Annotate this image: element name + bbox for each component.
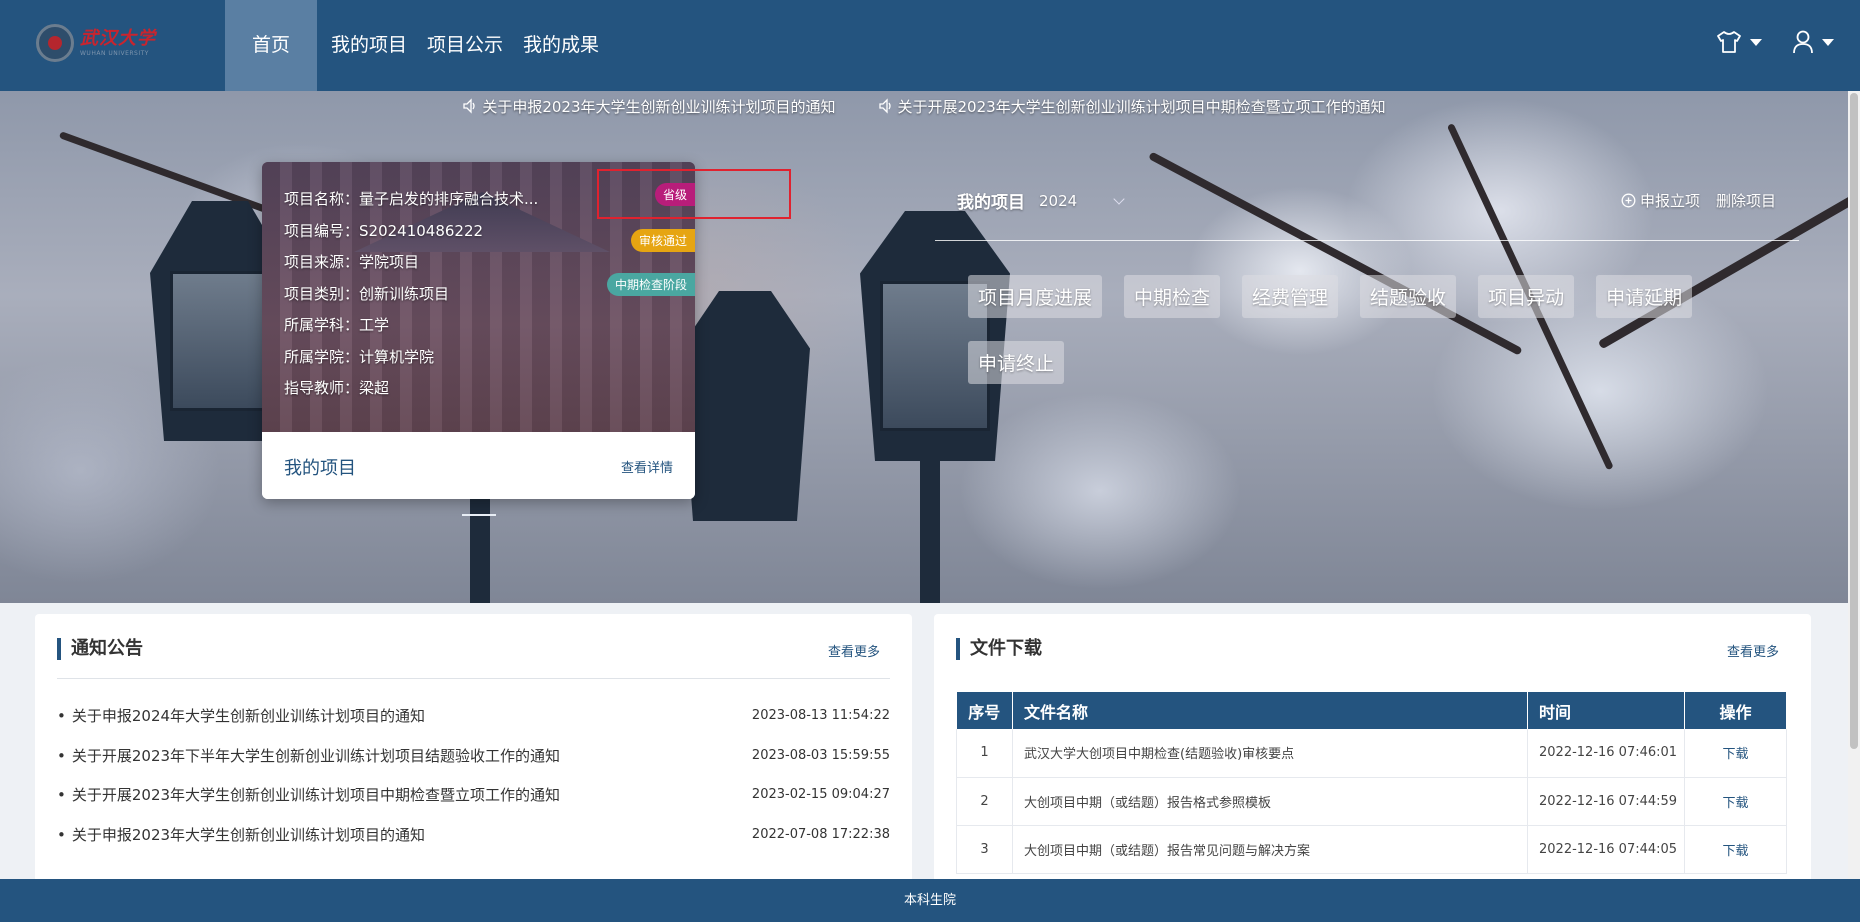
nav-project-public[interactable]: 项目公示 bbox=[417, 0, 513, 91]
divider bbox=[935, 240, 1799, 241]
speaker-icon bbox=[878, 98, 891, 114]
notice-item[interactable]: • 关于开展2023年大学生创新创业训练计划项目中期检查暨立项工作的通知 2023… bbox=[57, 775, 890, 815]
column-header: 操作 bbox=[1684, 692, 1787, 729]
speaker-icon bbox=[463, 98, 475, 114]
status-badge: 审核通过 bbox=[630, 229, 695, 252]
chevron-down-icon bbox=[1822, 38, 1834, 46]
file-download-panel: 文件下载 查看更多 序号 文件名称 时间 操作 1 武汉大学大创项目中期检查(结… bbox=[934, 614, 1811, 882]
notice-date: 2022-07-08 17:22:38 bbox=[751, 826, 890, 842]
notice-more-link[interactable]: 查看更多 bbox=[828, 641, 880, 660]
project-advisor: 指导教师：梁超 bbox=[284, 379, 390, 397]
emblem-icon bbox=[36, 24, 74, 62]
my-project-title: 我的项目 bbox=[957, 193, 1025, 213]
monthly-progress-button[interactable]: 项目月度进展 bbox=[968, 275, 1103, 318]
file-time: 2022-12-16 07:46:01 bbox=[1527, 729, 1685, 778]
project-action-buttons: 项目月度进展 中期检查 经费管理 结题验收 项目异动 申请延期 申请终止 bbox=[968, 275, 1708, 384]
highlight-box bbox=[597, 169, 791, 219]
files-more-link[interactable]: 查看更多 bbox=[1727, 641, 1779, 660]
lamp-decoration bbox=[680, 291, 810, 521]
table-row: 3 大创项目中期（或结题）报告常见问题与解决方案 2022-12-16 07:4… bbox=[956, 825, 1787, 874]
apply-termination-button[interactable]: 申请终止 bbox=[968, 341, 1065, 384]
chevron-down-icon bbox=[1750, 38, 1762, 46]
apply-project-button[interactable]: 申报立项 bbox=[1621, 190, 1700, 211]
midterm-check-button[interactable]: 中期检查 bbox=[1124, 275, 1221, 318]
header-tools bbox=[1716, 30, 1834, 54]
logo-subtext: WUHAN UNIVERSITY bbox=[80, 49, 149, 57]
stage-badge: 中期检查阶段 bbox=[606, 273, 695, 296]
main-nav: 首页 我的项目 项目公示 我的成果 bbox=[225, 0, 609, 91]
notice-date: 2023-08-03 15:59:55 bbox=[751, 747, 890, 763]
project-card-title: 我的项目 bbox=[284, 458, 356, 479]
my-project-actions: 申报立项 删除项目 bbox=[1621, 190, 1776, 211]
page-scrollbar[interactable] bbox=[1848, 91, 1860, 879]
notice-item[interactable]: • 关于开展2023年下半年大学生创新创业训练计划项目结题验收工作的通知 2023… bbox=[57, 736, 890, 776]
notice-ticker: 关于申报2023年大学生创新创业训练计划项目的通知 关于开展2023年大学生创新… bbox=[0, 91, 1848, 121]
project-college: 所属学院：计算机学院 bbox=[284, 347, 435, 366]
notice-title: 通知公告 bbox=[57, 638, 143, 660]
files-title: 文件下载 bbox=[956, 638, 1042, 660]
table-row: 2 大创项目中期（或结题）报告格式参照模板 2022-12-16 07:44:5… bbox=[956, 777, 1787, 826]
nav-my-projects[interactable]: 我的项目 bbox=[321, 0, 417, 91]
carousel-indicator[interactable] bbox=[462, 514, 496, 516]
file-name: 武汉大学大创项目中期检查(结题验收)审核要点 bbox=[1012, 729, 1528, 778]
notice-date: 2023-02-15 09:04:27 bbox=[751, 787, 890, 803]
table-header-row: 序号 文件名称 时间 操作 bbox=[956, 692, 1787, 729]
column-header: 时间 bbox=[1527, 692, 1685, 729]
project-discipline: 所属学科：工学 bbox=[284, 316, 390, 334]
file-name: 大创项目中期（或结题）报告常见问题与解决方案 bbox=[1012, 825, 1528, 874]
final-acceptance-button[interactable]: 结题验收 bbox=[1360, 275, 1457, 318]
project-change-button[interactable]: 项目异动 bbox=[1478, 275, 1575, 318]
chevron-down-icon bbox=[1113, 192, 1125, 205]
project-category: 项目类别：创新训练项目 bbox=[284, 284, 450, 303]
file-name: 大创项目中期（或结题）报告格式参照模板 bbox=[1012, 777, 1528, 826]
theme-dropdown[interactable] bbox=[1716, 30, 1762, 54]
view-details-link[interactable]: 查看详情 bbox=[621, 457, 673, 476]
page-footer: 本科生院 bbox=[0, 879, 1860, 922]
notice-list: • 关于申报2024年大学生创新创业训练计划项目的通知 2023-08-13 11… bbox=[57, 696, 890, 854]
download-link[interactable]: 下载 bbox=[1684, 825, 1787, 874]
divider bbox=[57, 678, 890, 679]
user-icon bbox=[1793, 30, 1813, 54]
ticker-item[interactable]: 关于开展2023年大学生创新创业训练计划项目中期检查暨立项工作的通知 bbox=[878, 96, 1386, 117]
notice-date: 2023-08-13 11:54:22 bbox=[751, 708, 890, 724]
delete-project-button[interactable]: 删除项目 bbox=[1716, 190, 1776, 211]
tshirt-icon bbox=[1717, 31, 1741, 53]
table-row: 1 武汉大学大创项目中期检查(结题验收)审核要点 2022-12-16 07:4… bbox=[956, 729, 1787, 778]
nav-home[interactable]: 首页 bbox=[225, 0, 318, 91]
plus-circle-icon bbox=[1621, 193, 1636, 208]
notice-panel: 通知公告 查看更多 • 关于申报2024年大学生创新创业训练计划项目的通知 202… bbox=[35, 614, 912, 882]
column-header: 文件名称 bbox=[1012, 692, 1528, 729]
download-link[interactable]: 下载 bbox=[1684, 729, 1787, 778]
my-project-header: 我的项目 2024 bbox=[957, 188, 1125, 213]
ticker-item[interactable]: 关于申报2023年大学生创新创业训练计划项目的通知 bbox=[462, 96, 836, 117]
top-header: 武汉大学 WUHAN UNIVERSITY 首页 我的项目 项目公示 我的成果 bbox=[0, 0, 1860, 91]
project-card-footer: 我的项目 查看详情 bbox=[262, 432, 695, 499]
nav-my-results[interactable]: 我的成果 bbox=[513, 0, 609, 91]
project-source: 项目来源：学院项目 bbox=[284, 253, 420, 271]
project-info: 项目名称：量子启发的排序融合技术... 项目编号：S202410486222 项… bbox=[284, 184, 538, 405]
lamp-post-decoration bbox=[920, 461, 940, 603]
download-link[interactable]: 下载 bbox=[1684, 777, 1787, 826]
file-time: 2022-12-16 07:44:59 bbox=[1527, 777, 1685, 826]
notice-item[interactable]: • 关于申报2024年大学生创新创业训练计划项目的通知 2023-08-13 11… bbox=[57, 696, 890, 736]
project-number: 项目编号：S202410486222 bbox=[284, 221, 484, 240]
lamp-glass-decoration bbox=[170, 271, 270, 411]
file-time: 2022-12-16 07:44:05 bbox=[1527, 825, 1685, 874]
user-dropdown[interactable] bbox=[1792, 30, 1834, 54]
funding-management-button[interactable]: 经费管理 bbox=[1242, 275, 1339, 318]
scrollbar-thumb[interactable] bbox=[1850, 93, 1858, 749]
file-table: 序号 文件名称 时间 操作 1 武汉大学大创项目中期检查(结题验收)审核要点 2… bbox=[956, 692, 1787, 874]
column-header: 序号 bbox=[956, 692, 1013, 729]
apply-extension-button[interactable]: 申请延期 bbox=[1596, 275, 1693, 318]
project-name: 项目名称：量子启发的排序融合技术... bbox=[284, 190, 539, 208]
notice-item[interactable]: • 关于申报2023年大学生创新创业训练计划项目的通知 2022-07-08 17… bbox=[57, 815, 890, 855]
year-select[interactable]: 2024 bbox=[1039, 192, 1125, 210]
logo-text: 武汉大学 bbox=[80, 27, 156, 49]
university-logo[interactable]: 武汉大学 WUHAN UNIVERSITY bbox=[36, 22, 156, 64]
